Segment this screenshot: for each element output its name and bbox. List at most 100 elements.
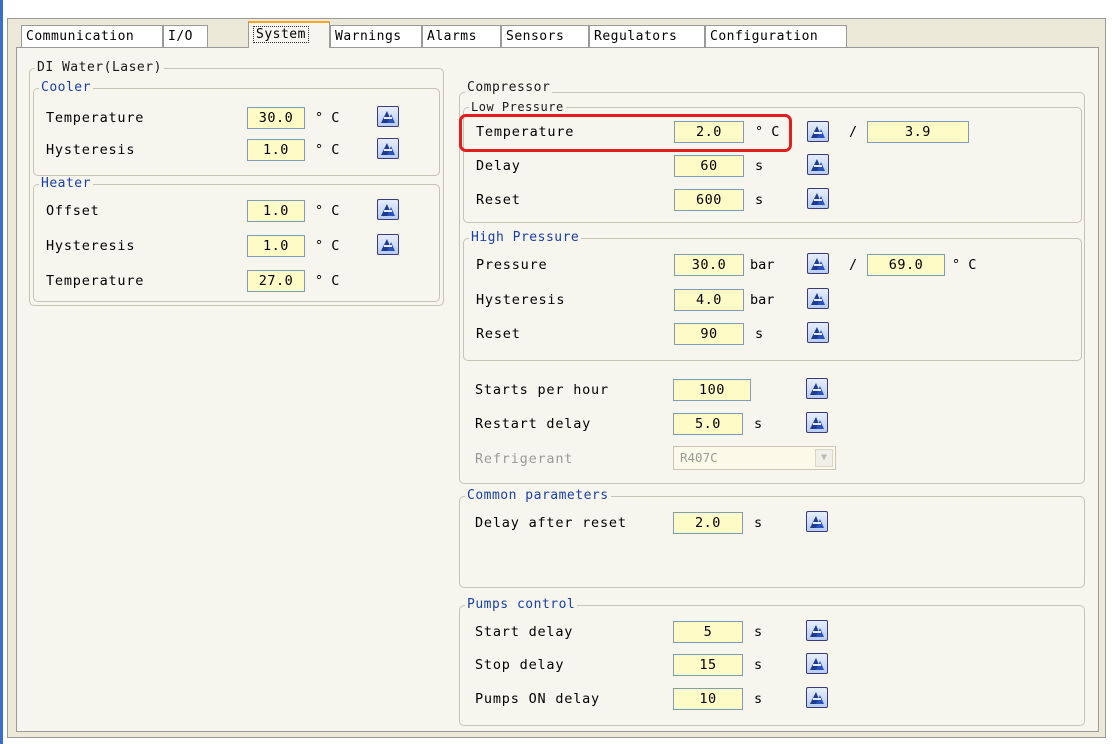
lp-delay-edit-button[interactable] <box>807 154 829 175</box>
heater-offset-label: Offset <box>46 203 100 219</box>
cooler-hysteresis-label: Hysteresis <box>46 142 136 158</box>
lp-reset-field[interactable]: 600 <box>674 189 744 211</box>
pumps-on-delay-edit-button[interactable] <box>806 687 828 708</box>
edit-icon <box>810 383 824 395</box>
heater-offset-field[interactable]: 1.0 <box>247 200 305 222</box>
edit-icon <box>811 159 825 171</box>
hp-pressure-alt-unit: ° C <box>952 257 977 273</box>
hp-reset-field[interactable]: 90 <box>674 323 744 345</box>
compressor-title: Compressor <box>465 80 553 95</box>
restart-delay-edit-button[interactable] <box>806 412 828 433</box>
cooler-temperature-edit-button[interactable] <box>377 106 399 127</box>
heater-temperature-field[interactable]: 27.0 <box>247 270 305 292</box>
hp-hysteresis-unit: bar <box>750 292 775 308</box>
common-parameters-group: Common parameters Delay after reset 2.0 … <box>459 488 1085 588</box>
lp-temperature-alt-field[interactable]: 3.9 <box>867 121 969 143</box>
refrigerant-value: R407C <box>680 450 718 465</box>
tab-communication[interactable]: Communication <box>21 25 163 47</box>
refrigerant-select[interactable]: R407C ▼ <box>673 446 836 470</box>
edit-icon <box>811 327 825 339</box>
delay-after-reset-field[interactable]: 2.0 <box>673 512 743 534</box>
cooler-title: Cooler <box>39 80 93 95</box>
lp-delay-field[interactable]: 60 <box>674 155 744 177</box>
pumps-control-title: Pumps control <box>465 597 578 612</box>
chevron-down-icon[interactable]: ▼ <box>815 449 833 467</box>
cooler-group: Cooler Temperature 30.0 ° C Hysteresis 1… <box>33 80 440 176</box>
hp-pressure-field[interactable]: 30.0 <box>674 254 744 276</box>
hp-pressure-unit: bar <box>750 257 775 273</box>
pumps-on-delay-unit: s <box>754 691 763 707</box>
heater-title: Heater <box>39 176 93 191</box>
pump-start-delay-field[interactable]: 5 <box>673 621 743 643</box>
tab-configuration[interactable]: Configuration <box>705 25 847 47</box>
edit-icon <box>811 126 825 138</box>
edit-icon <box>811 258 825 270</box>
pump-start-delay-edit-button[interactable] <box>806 620 828 641</box>
hp-pressure-label: Pressure <box>476 257 548 273</box>
edit-icon <box>811 193 825 205</box>
hp-hysteresis-field[interactable]: 4.0 <box>674 289 744 311</box>
cooler-hysteresis-unit: ° C <box>315 142 340 158</box>
pumps-on-delay-label: Pumps ON delay <box>475 691 600 707</box>
system-settings-window: Communication I/O System Warnings Alarms… <box>7 18 1106 738</box>
tab-alarms[interactable]: Alarms <box>422 25 501 47</box>
tab-system[interactable]: System <box>248 21 330 48</box>
heater-offset-unit: ° C <box>315 203 340 219</box>
hp-hysteresis-label: Hysteresis <box>476 292 566 308</box>
heater-hysteresis-unit: ° C <box>315 238 340 254</box>
pumps-on-delay-field[interactable]: 10 <box>673 688 743 710</box>
heater-offset-edit-button[interactable] <box>377 199 399 220</box>
cooler-hysteresis-edit-button[interactable] <box>377 138 399 159</box>
edit-icon <box>381 204 395 216</box>
lp-delay-label: Delay <box>476 158 521 174</box>
lp-temperature-separator: / <box>849 124 858 140</box>
restart-delay-label: Restart delay <box>475 416 592 432</box>
system-tab-panel: DI Water(Laser) Cooler Temperature 30.0 … <box>16 47 1099 732</box>
hp-reset-label: Reset <box>476 326 521 342</box>
tab-system-label: System <box>253 26 309 43</box>
heater-group: Heater Offset 1.0 ° C Hysteresis 1.0 ° C… <box>33 176 440 302</box>
heater-temperature-label: Temperature <box>46 273 145 289</box>
hp-reset-edit-button[interactable] <box>807 322 829 343</box>
tab-sensors[interactable]: Sensors <box>501 25 589 47</box>
starts-per-hour-edit-button[interactable] <box>806 378 828 399</box>
refrigerant-label: Refrigerant <box>475 451 574 467</box>
edit-icon <box>810 692 824 704</box>
pump-stop-delay-field[interactable]: 15 <box>673 654 743 676</box>
compressor-group: Compressor Low Pressure Temperature 2.0 … <box>459 80 1085 484</box>
lp-reset-edit-button[interactable] <box>807 188 829 209</box>
edit-icon <box>810 516 824 528</box>
edit-icon <box>810 658 824 670</box>
edit-icon <box>811 293 825 305</box>
hp-pressure-alt-field[interactable]: 69.0 <box>867 254 945 276</box>
heater-hysteresis-label: Hysteresis <box>46 238 136 254</box>
hp-hysteresis-edit-button[interactable] <box>807 288 829 309</box>
restart-delay-field[interactable]: 5.0 <box>673 413 743 435</box>
high-pressure-group: High Pressure Pressure 30.0 bar / 69.0 °… <box>463 230 1082 361</box>
tab-regulators[interactable]: Regulators <box>589 25 705 47</box>
pumps-control-group: Pumps control Start delay 5 s Stop delay… <box>459 597 1085 726</box>
pump-stop-delay-edit-button[interactable] <box>806 653 828 674</box>
heater-hysteresis-field[interactable]: 1.0 <box>247 235 305 257</box>
pump-start-delay-label: Start delay <box>475 624 574 640</box>
delay-after-reset-unit: s <box>754 515 763 531</box>
heater-hysteresis-edit-button[interactable] <box>377 234 399 255</box>
hp-reset-unit: s <box>755 326 764 342</box>
di-water-group: DI Water(Laser) Cooler Temperature 30.0 … <box>29 60 444 306</box>
starts-per-hour-field[interactable]: 100 <box>673 379 751 401</box>
hp-pressure-separator: / <box>849 257 858 273</box>
tab-io[interactable]: I/O <box>163 25 208 47</box>
window-left-edge <box>0 0 3 744</box>
edit-icon <box>381 111 395 123</box>
highlight-annotation <box>459 114 792 152</box>
cooler-temperature-label: Temperature <box>46 110 145 126</box>
heater-temperature-unit: ° C <box>315 273 340 289</box>
hp-pressure-edit-button[interactable] <box>807 253 829 274</box>
lp-reset-label: Reset <box>476 192 521 208</box>
cooler-temperature-field[interactable]: 30.0 <box>247 107 305 129</box>
pump-start-delay-unit: s <box>754 624 763 640</box>
delay-after-reset-edit-button[interactable] <box>806 511 828 532</box>
tab-warnings[interactable]: Warnings <box>330 25 422 47</box>
cooler-hysteresis-field[interactable]: 1.0 <box>247 139 305 161</box>
lp-temperature-edit-button[interactable] <box>807 121 829 142</box>
